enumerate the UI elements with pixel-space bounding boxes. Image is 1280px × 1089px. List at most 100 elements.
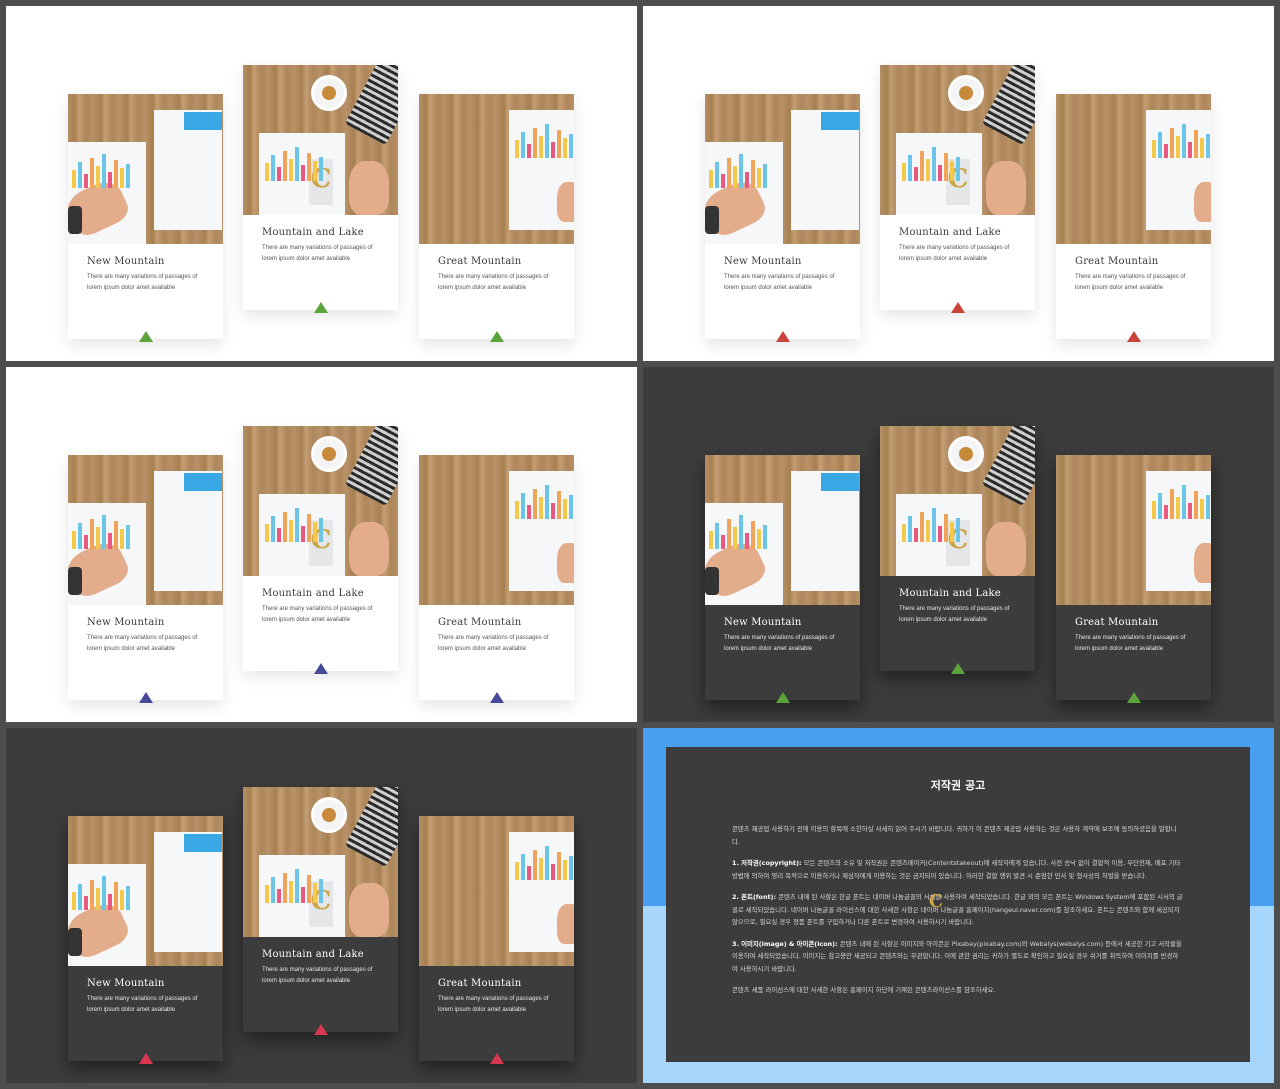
paper-bar: [569, 856, 573, 880]
slide-2[interactable]: New Mountain There are many variations of…: [643, 6, 1274, 361]
paper-bar: [307, 153, 311, 181]
card-description: There are many variations of passages of…: [262, 606, 373, 623]
card-photo: [419, 816, 574, 966]
card-great-mountain[interactable]: Great Mountain There are many variations …: [419, 816, 574, 1064]
coffee-cup: [311, 797, 347, 833]
triangle-icon: [951, 302, 965, 313]
paper-bar-chart: [515, 124, 573, 158]
notice-image-label: 3. 이미지(image) & 아이콘(icon):: [732, 939, 838, 948]
writing-hand: [557, 543, 574, 583]
paper-bar-chart: [902, 508, 960, 542]
notice-copyright-label: 1. 저작권(copyright):: [732, 859, 802, 867]
laptop: [344, 65, 398, 146]
card-new-mountain[interactable]: New Mountain There are many variations of…: [68, 455, 223, 703]
paper-bar: [763, 525, 767, 549]
slide-3[interactable]: New Mountain There are many variations of…: [6, 367, 637, 722]
card-new-mountain[interactable]: New Mountain There are many variations of…: [705, 94, 860, 342]
paper-bar: [126, 164, 130, 188]
paper-bar: [295, 508, 299, 542]
card-description: There are many variations of passages of…: [262, 967, 373, 984]
paper-bar-chart: [265, 508, 323, 542]
paper-bar: [757, 529, 761, 549]
card-photo: [419, 94, 574, 244]
paper-bar: [914, 167, 918, 181]
card-mountain-and-lake[interactable]: C Mountain and Lake There are many variati…: [880, 65, 1035, 313]
paper-bar: [265, 885, 269, 903]
paper-bar: [1188, 142, 1192, 158]
card-description: There are many variations of passages of…: [438, 274, 549, 291]
card-new-mountain[interactable]: New Mountain There are many variations of…: [68, 816, 223, 1064]
paper-bar: [295, 147, 299, 181]
paper-bar: [551, 864, 555, 880]
card-body: Mountain and Lake There are many variatio…: [880, 215, 1035, 313]
triangle-icon: [139, 331, 153, 342]
card-body: New Mountain There are many variations of…: [68, 605, 223, 703]
slide-6-copyright-notice[interactable]: 저작권 공고 콘텐츠 제공업 사용하기 전에 이용의 항목에 소한하실 사세히 …: [643, 728, 1274, 1083]
card-description: There are many variations of passages of…: [724, 635, 835, 652]
paper-bar: [307, 875, 311, 903]
paper-bar: [72, 531, 76, 549]
card-great-mountain[interactable]: Great Mountain There are many variations …: [419, 94, 574, 342]
card-photo: C: [243, 426, 398, 576]
triangle-icon: [490, 1053, 504, 1064]
paper-bar: [108, 894, 112, 910]
card-description: There are many variations of passages of…: [87, 274, 198, 291]
paper-bar: [108, 533, 112, 549]
card-photo: C: [243, 65, 398, 215]
card-description: There are many variations of passages of…: [87, 996, 198, 1013]
card-title: Great Mountain: [438, 256, 522, 267]
writing-hand: [349, 161, 389, 215]
card-title: Great Mountain: [1075, 256, 1159, 267]
paper-bar: [126, 886, 130, 910]
writing-hand: [986, 161, 1026, 215]
paper-bar: [938, 165, 942, 181]
notice-title: 저작권 공고: [930, 779, 986, 792]
card-body: Mountain and Lake There are many variatio…: [243, 937, 398, 1035]
paper-bar: [289, 159, 293, 181]
card-photo: [705, 94, 860, 244]
card-mountain-and-lake[interactable]: C Mountain and Lake There are many variati…: [880, 426, 1035, 674]
paper-bar: [78, 884, 82, 910]
paper-bar: [96, 166, 100, 188]
paper-bar: [96, 527, 100, 549]
card-great-mountain[interactable]: Great Mountain There are many variations …: [1056, 94, 1211, 342]
card-photo: [68, 455, 223, 605]
paper-bar-chart: [265, 147, 323, 181]
card-new-mountain[interactable]: New Mountain There are many variations of…: [68, 94, 223, 342]
paper-bar: [1176, 136, 1180, 158]
paper-bar: [313, 883, 317, 903]
card-mountain-and-lake[interactable]: C Mountain and Lake There are many variati…: [243, 787, 398, 1035]
card-title: Great Mountain: [438, 617, 522, 628]
card-description: There are many variations of passages of…: [1075, 274, 1186, 291]
card-title: New Mountain: [87, 617, 165, 628]
card-photo: [68, 816, 223, 966]
notice-font-text: 콘텐츠 내에 된 사항은 한글 폰트는 네이버 나눔글꼴의 서체를 사용하여 세…: [732, 893, 1183, 926]
triangle-icon: [314, 302, 328, 313]
paper-bar: [733, 527, 737, 549]
paper-bar: [569, 134, 573, 158]
card-mountain-and-lake[interactable]: C Mountain and Lake There are many variati…: [243, 65, 398, 313]
card-title: New Mountain: [724, 256, 802, 267]
notice-image: 3. 이미지(image) & 아이콘(icon): 콘텐츠 내에 된 사항은 …: [732, 938, 1184, 976]
slide-5[interactable]: New Mountain There are many variations of…: [6, 728, 637, 1083]
paper-bar: [563, 499, 567, 519]
slide-1[interactable]: New Mountain There are many variations of…: [6, 6, 637, 361]
paper-bar: [319, 879, 323, 903]
triangle-icon: [490, 331, 504, 342]
paper-bar: [709, 531, 713, 549]
notice-copyright: 1. 저작권(copyright): 모든 콘텐츠의 소유 및 저작권은 콘텐츠…: [732, 857, 1184, 882]
card-great-mountain[interactable]: Great Mountain There are many variations …: [1056, 455, 1211, 703]
paper-bar: [721, 535, 725, 549]
paper-bar: [539, 136, 543, 158]
card-great-mountain[interactable]: Great Mountain There are many variations …: [419, 455, 574, 703]
paper-bar: [1188, 503, 1192, 519]
card-mountain-and-lake[interactable]: C Mountain and Lake There are many variati…: [243, 426, 398, 674]
card-description: There are many variations of passages of…: [899, 245, 1010, 262]
paper-bar: [1194, 130, 1198, 158]
paper-bar: [944, 514, 948, 542]
paper-bar: [545, 124, 549, 158]
paper-bar: [533, 850, 537, 880]
card-new-mountain[interactable]: New Mountain There are many variations of…: [705, 455, 860, 703]
slide-4[interactable]: New Mountain There are many variations of…: [643, 367, 1274, 722]
wristwatch: [68, 928, 82, 956]
